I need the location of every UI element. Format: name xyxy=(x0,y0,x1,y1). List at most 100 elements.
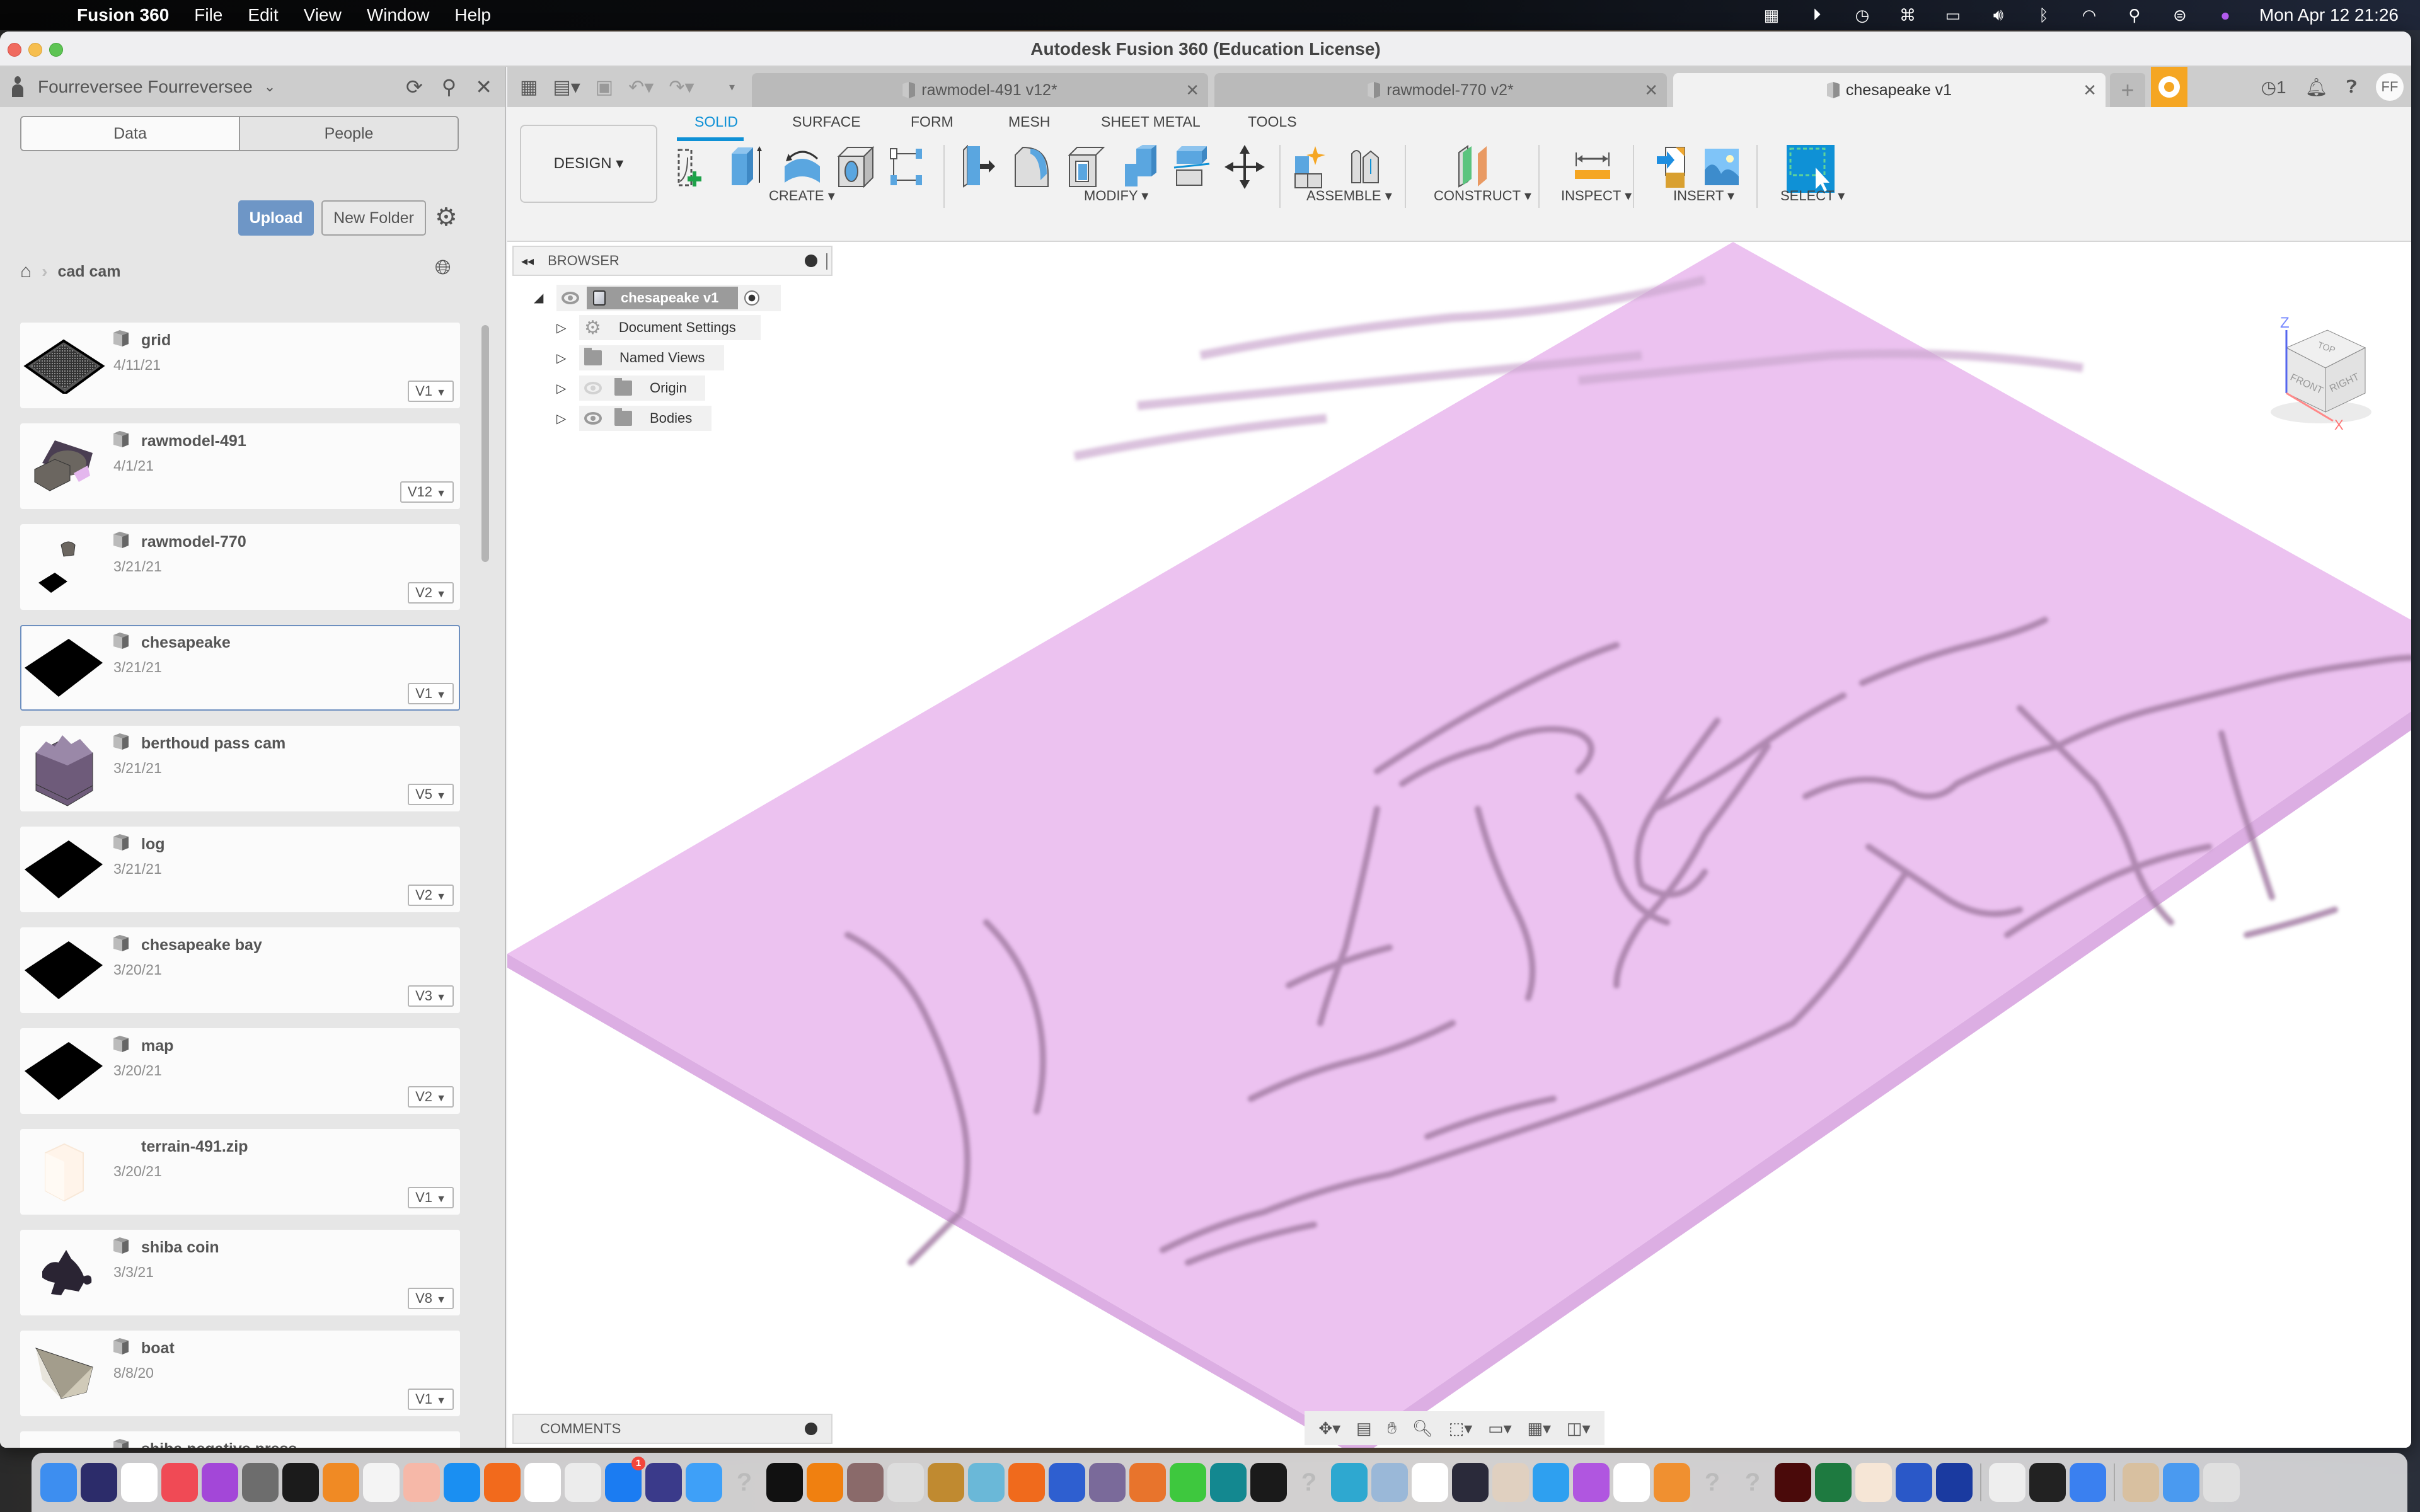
play-icon[interactable]: ⏵ xyxy=(1806,5,1828,25)
dock-app-photo-stack-icon[interactable] xyxy=(2123,1463,2159,1502)
dock-app-facetime-icon[interactable] xyxy=(1170,1463,1206,1502)
dock-app-siri-icon[interactable] xyxy=(81,1463,117,1502)
app-grid-icon[interactable]: ▦ xyxy=(520,76,538,98)
browser-resize-handle[interactable] xyxy=(826,253,827,270)
dock-app-news-icon[interactable] xyxy=(121,1463,158,1502)
file-thumbnail[interactable] xyxy=(21,1231,107,1314)
browser-node-named-views[interactable]: Named Views xyxy=(579,345,724,370)
dock-app-blender-icon[interactable] xyxy=(807,1463,843,1502)
dock-app-xquartz-icon[interactable] xyxy=(1654,1463,1690,1502)
active-component-radio[interactable] xyxy=(744,290,759,306)
doc-tab-chesapeake[interactable]: chesapeake v1 ✕ xyxy=(1673,73,2106,107)
split-body-icon[interactable] xyxy=(1172,145,1212,189)
file-name[interactable]: rawmodel-770 xyxy=(141,533,246,551)
file-thumbnail[interactable] xyxy=(21,828,107,911)
file-item[interactable]: map 3/20/21 V2 ▼ xyxy=(20,1028,460,1114)
file-thumbnail[interactable] xyxy=(21,324,107,407)
dock-app-finder-icon[interactable] xyxy=(40,1463,77,1502)
dock-app-quicktime-icon[interactable] xyxy=(2029,1463,2066,1502)
globe-visibility-icon[interactable]: 🌐︎ xyxy=(435,256,451,280)
user-menu[interactable]: Fourreversee Fourreversee ⌄ xyxy=(11,76,275,98)
tab-sheet-metal[interactable]: SHEET METAL xyxy=(1101,113,1201,130)
notification-bell-icon[interactable]: 🔔︎ xyxy=(2305,77,2328,98)
file-name[interactable]: map xyxy=(141,1037,173,1055)
file-item[interactable]: grid 4/11/21 V1 ▼ xyxy=(20,323,460,408)
file-item[interactable]: terrain-491.zip 3/20/21 V1 ▼ xyxy=(20,1129,460,1215)
dock-app-screen-capture-icon[interactable] xyxy=(1936,1463,1973,1502)
insert-canvas-icon[interactable] xyxy=(1702,145,1743,189)
battery-charging-icon[interactable]: ▭ xyxy=(1942,6,1964,25)
dock-app-blur-icon[interactable] xyxy=(928,1463,964,1502)
dock-app-libreoffice-icon[interactable] xyxy=(1089,1463,1126,1502)
save-icon[interactable]: ▣ xyxy=(596,76,613,98)
zoom-icon[interactable]: 🔍︎ xyxy=(1412,1419,1433,1438)
doc-tab-rawmodel-491[interactable]: rawmodel-491 v12* ✕ xyxy=(752,73,1208,107)
clock-icon[interactable]: ◷1 xyxy=(2261,77,2286,98)
dock-app-app-store-icon[interactable]: 1 xyxy=(605,1457,645,1502)
help-icon[interactable]: ❓︎ xyxy=(2346,77,2357,98)
expand-icon[interactable]: ▷ xyxy=(556,381,566,396)
close-window-button[interactable] xyxy=(8,43,21,57)
version-dropdown[interactable]: V2 ▼ xyxy=(408,1086,454,1108)
dock-app-preview-icon[interactable] xyxy=(1371,1463,1408,1502)
create-menu[interactable]: CREATE ▾ xyxy=(769,188,835,204)
file-name[interactable]: chesapeake xyxy=(141,634,231,652)
viewports-icon[interactable]: ◫▾ xyxy=(1567,1419,1591,1438)
spotlight-icon[interactable]: ⚲ xyxy=(2123,6,2146,25)
menu-app-name[interactable]: Fusion 360 xyxy=(77,5,169,25)
dock-app-trash-icon[interactable] xyxy=(2203,1463,2240,1502)
insert-svg-icon[interactable] xyxy=(1654,145,1695,189)
combine-icon[interactable] xyxy=(1119,145,1159,189)
close-tab-icon[interactable]: ✕ xyxy=(1185,81,1199,100)
dock-app-safari-icon[interactable] xyxy=(444,1463,480,1502)
collapse-browser-icon[interactable]: ◂◂ xyxy=(521,253,534,269)
file-thumbnail[interactable] xyxy=(21,1029,107,1113)
fit-icon[interactable]: ⬚▾ xyxy=(1449,1419,1473,1438)
joint-icon[interactable] xyxy=(1345,145,1386,189)
file-thumbnail[interactable] xyxy=(21,929,107,1012)
file-name[interactable]: rawmodel-491 xyxy=(141,432,246,450)
collapse-root-icon[interactable]: ◢ xyxy=(534,290,543,306)
dock-app-affinity-photo-icon[interactable] xyxy=(1573,1463,1610,1502)
version-dropdown[interactable]: V2 ▼ xyxy=(408,885,454,906)
extrude-icon[interactable] xyxy=(728,145,768,189)
grid-snaps-icon[interactable]: ▦▾ xyxy=(1527,1419,1551,1438)
assemble-menu[interactable]: ASSEMBLE ▾ xyxy=(1306,188,1392,204)
look-at-icon[interactable]: ▤ xyxy=(1356,1419,1372,1438)
display-settings-icon[interactable]: ▭▾ xyxy=(1488,1419,1512,1438)
dock-app-instruments-icon[interactable] xyxy=(645,1463,682,1502)
browser-node-bodies[interactable]: Bodies xyxy=(579,406,712,431)
browser-node-document-settings[interactable]: ⚙ Document Settings xyxy=(579,315,761,340)
visibility-eye-icon[interactable] xyxy=(584,412,602,425)
dock-app-zotero-icon[interactable] xyxy=(1008,1463,1045,1502)
file-list-scrollbar[interactable] xyxy=(481,325,489,562)
expand-icon[interactable]: ▷ xyxy=(556,350,566,366)
menu-window[interactable]: Window xyxy=(367,5,430,25)
zoom-window-button[interactable] xyxy=(49,43,63,57)
file-thumbnail[interactable] xyxy=(21,425,107,508)
select-menu[interactable]: SELECT ▾ xyxy=(1780,188,1845,204)
file-menu-icon[interactable]: ▤▾ xyxy=(553,76,580,98)
menu-edit[interactable]: Edit xyxy=(248,5,278,25)
insert-menu[interactable]: INSERT ▾ xyxy=(1673,188,1734,204)
tab-tools[interactable]: TOOLS xyxy=(1248,113,1297,130)
browser-root-node[interactable]: chesapeake v1 xyxy=(556,285,781,311)
new-component-icon[interactable] xyxy=(1293,145,1333,189)
undo-icon[interactable]: ↶▾ xyxy=(628,76,654,98)
version-dropdown[interactable]: V5 ▼ xyxy=(408,784,454,805)
version-dropdown[interactable]: V1 ▼ xyxy=(408,1389,454,1410)
file-item[interactable]: shiba coin 3/3/21 V8 ▼ xyxy=(20,1230,460,1315)
dock-app-activity-monitor-icon[interactable] xyxy=(1989,1463,2025,1502)
upload-button[interactable]: Upload xyxy=(238,200,314,236)
file-item[interactable]: berthoud pass cam 3/21/21 V5 ▼ xyxy=(20,726,460,811)
dock-app-audio-hijack-icon[interactable] xyxy=(403,1463,440,1502)
keyboard-viewer-icon[interactable]: ⌘ xyxy=(1896,6,1919,25)
siri-icon[interactable]: ● xyxy=(2214,6,2237,25)
control-center-icon[interactable]: ⊜ xyxy=(2169,6,2191,25)
avatar[interactable]: FF xyxy=(2376,73,2404,101)
dock-app-unknown-icon[interactable]: ? xyxy=(726,1463,763,1502)
visibility-off-icon[interactable] xyxy=(584,382,602,394)
control-strip-icon[interactable]: ▦ xyxy=(1760,6,1783,25)
menu-help[interactable]: Help xyxy=(454,5,491,25)
file-item[interactable]: boat 8/8/20 V1 ▼ xyxy=(20,1331,460,1416)
